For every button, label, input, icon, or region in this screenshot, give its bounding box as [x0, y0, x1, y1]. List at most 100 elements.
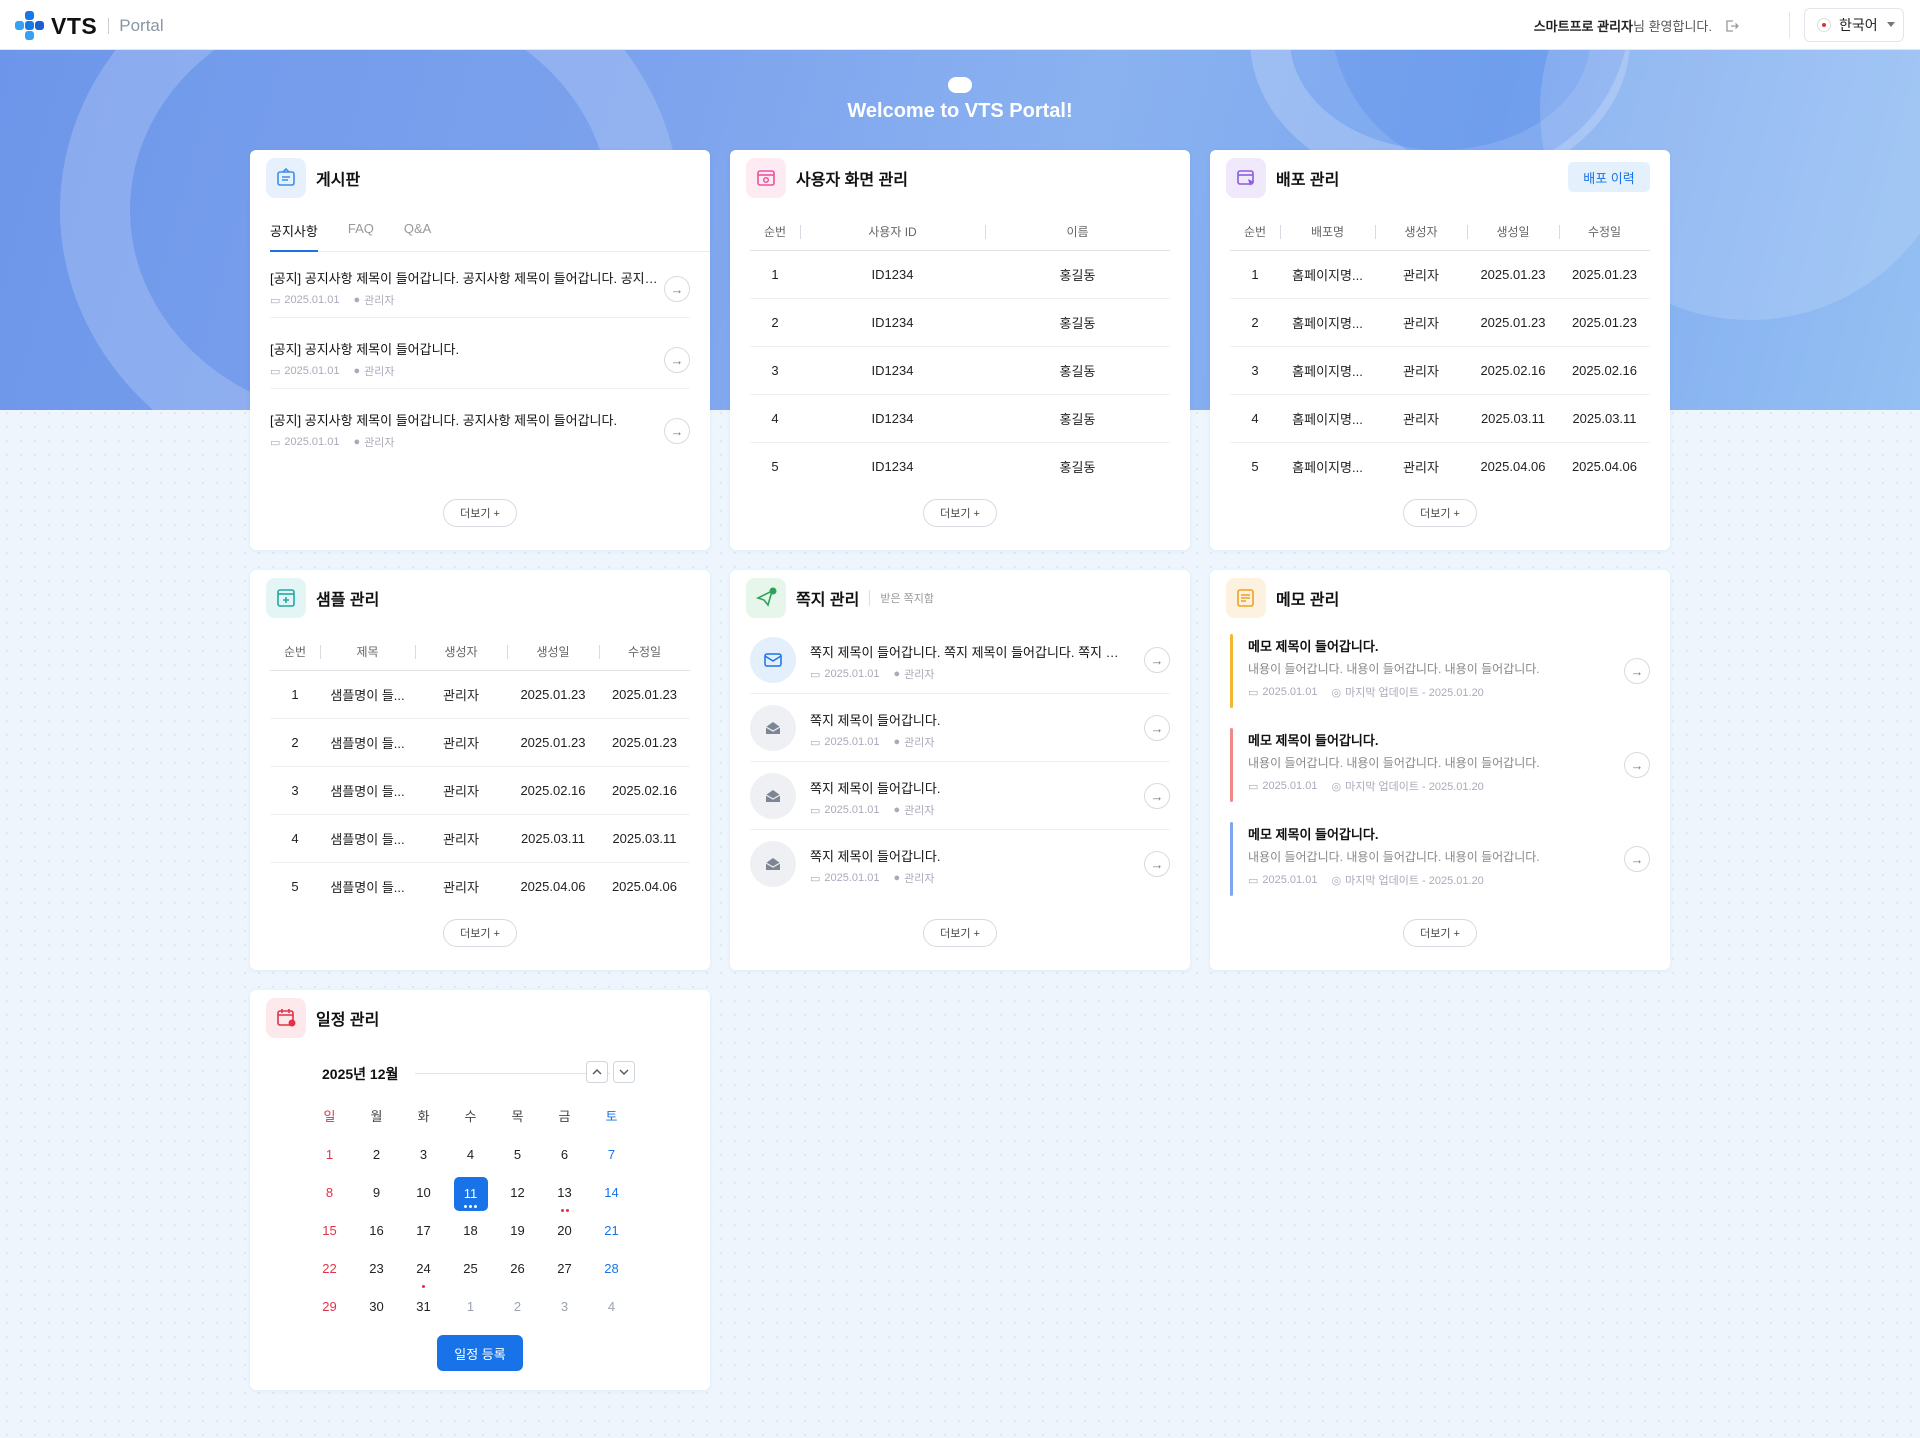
more-button[interactable]: 더보기 + — [923, 499, 997, 527]
calendar-day[interactable]: 29 — [306, 1291, 353, 1323]
table-row[interactable]: 5 ID1234 홍길동 — [750, 442, 1170, 490]
table-row[interactable]: 4 홈페이지명... 관리자 2025.03.11 2025.03.11 — [1230, 394, 1650, 443]
table-row[interactable]: 5 샘플명이 들... 관리자 2025.04.06 2025.04.06 — [270, 862, 690, 910]
message-item[interactable]: 쪽지 제목이 들어갑니다. ▭ 2025.01.01 ● 관리자 → — [750, 694, 1170, 762]
calendar-day[interactable]: 8 — [306, 1177, 353, 1209]
table-row[interactable]: 2 홈페이지명... 관리자 2025.01.23 2025.01.23 — [1230, 298, 1650, 347]
table-row[interactable]: 5 홈페이지명... 관리자 2025.04.06 2025.04.06 — [1230, 442, 1650, 490]
table-row[interactable]: 3 홈페이지명... 관리자 2025.02.16 2025.02.16 — [1230, 346, 1650, 395]
welcome-message: 스마트프로 관리자 님 환영합니다. — [1534, 16, 1740, 35]
calendar-day[interactable]: 31 — [400, 1291, 447, 1323]
calendar-day[interactable]: 14 — [588, 1177, 635, 1209]
message-author: 관리자 — [904, 669, 935, 681]
memo-item[interactable]: 메모 제목이 들어갑니다. 내용이 들어갑니다. 내용이 들어갑니다. 내용이 … — [1230, 722, 1650, 808]
sample-icon — [266, 578, 306, 618]
arrow-right-icon[interactable]: → — [664, 276, 690, 302]
language-select[interactable]: 한국어 — [1804, 8, 1904, 42]
cell: 2025.01.23 — [599, 718, 690, 767]
tab-qna[interactable]: Q&A — [404, 218, 431, 251]
add-schedule-button[interactable]: 일정 등록 — [437, 1335, 523, 1371]
calendar-day[interactable]: 3 — [400, 1139, 447, 1171]
calendar-day[interactable]: 2 — [353, 1139, 400, 1171]
calendar-day[interactable]: 28 — [588, 1253, 635, 1285]
calendar-day[interactable]: 5 — [494, 1139, 541, 1171]
calendar-day[interactable]: 27 — [541, 1253, 588, 1285]
chevron-down-icon[interactable] — [613, 1061, 635, 1083]
calendar-day[interactable]: 16 — [353, 1215, 400, 1247]
calendar-day[interactable]: 6 — [541, 1139, 588, 1171]
calendar-day[interactable]: 10 — [400, 1177, 447, 1209]
calendar-day[interactable]: 21 — [588, 1215, 635, 1247]
tab-notice[interactable]: 공지사항 — [270, 218, 318, 252]
tab-faq[interactable]: FAQ — [348, 218, 374, 251]
calendar-day[interactable]: 22 — [306, 1253, 353, 1285]
calendar-day[interactable]: 2 — [494, 1291, 541, 1323]
calendar-day[interactable]: 1 — [306, 1139, 353, 1171]
calendar-day[interactable]: 4 — [588, 1291, 635, 1323]
more-button[interactable]: 더보기 + — [443, 499, 517, 527]
calendar-day[interactable]: 19 — [494, 1215, 541, 1247]
memo-item[interactable]: 메모 제목이 들어갑니다. 내용이 들어갑니다. 내용이 들어갑니다. 내용이 … — [1230, 816, 1650, 902]
memo-icon — [1226, 578, 1266, 618]
more-button[interactable]: 더보기 + — [1403, 499, 1477, 527]
user-icon: ● — [893, 668, 901, 680]
notice-item[interactable]: [공지] 공지사항 제목이 들어갑니다. ▭ 2025.01.01 ● 관리자 → — [270, 331, 690, 389]
table-row[interactable]: 4 샘플명이 들... 관리자 2025.03.11 2025.03.11 — [270, 814, 690, 863]
arrow-right-icon[interactable]: → — [664, 418, 690, 444]
calendar-day[interactable]: 7 — [588, 1139, 635, 1171]
arrow-right-icon[interactable]: → — [1624, 658, 1650, 684]
calendar-day[interactable]: 17 — [400, 1215, 447, 1247]
notice-meta: ▭ 2025.01.01 ● 관리자 — [270, 292, 395, 308]
table-row[interactable]: 1 샘플명이 들... 관리자 2025.01.23 2025.01.23 — [270, 670, 690, 719]
message-item[interactable]: 쪽지 제목이 들어갑니다. ▭ 2025.01.01 ● 관리자 → — [750, 830, 1170, 898]
more-button[interactable]: 더보기 + — [923, 919, 997, 947]
arrow-right-icon[interactable]: → — [1144, 783, 1170, 809]
message-item[interactable]: 쪽지 제목이 들어갑니다. 쪽지 제목이 들어갑니다. 쪽지 제목이 들어갑니다… — [750, 626, 1170, 694]
table-row[interactable]: 3 샘플명이 들... 관리자 2025.02.16 2025.02.16 — [270, 766, 690, 815]
message-card: 쪽지 관리 받은 쪽지함 쪽지 제목이 들어갑니다. 쪽지 제목이 들어갑니다.… — [730, 570, 1190, 970]
table-row[interactable]: 4 ID1234 홍길동 — [750, 394, 1170, 443]
calendar-day[interactable]: 20 — [541, 1215, 588, 1247]
calendar-day[interactable]: 18 — [447, 1215, 494, 1247]
calendar-day[interactable]: 23 — [353, 1253, 400, 1285]
calendar-day[interactable]: 4 — [447, 1139, 494, 1171]
calendar-day[interactable]: 25 — [447, 1253, 494, 1285]
calendar-day[interactable]: 13 — [541, 1177, 588, 1212]
table-row[interactable]: 1 ID1234 홍길동 — [750, 250, 1170, 299]
calendar-day[interactable]: 12 — [494, 1177, 541, 1209]
calendar-day[interactable]: 30 — [353, 1291, 400, 1323]
logo[interactable]: VTS Portal — [15, 11, 164, 41]
cell: 관리자 — [415, 766, 507, 815]
arrow-right-icon[interactable]: → — [1144, 715, 1170, 741]
calendar-day[interactable]: 3 — [541, 1291, 588, 1323]
more-button[interactable]: 더보기 + — [1403, 919, 1477, 947]
day-number: 4 — [466, 1147, 475, 1162]
table-row[interactable]: 3 ID1234 홍길동 — [750, 346, 1170, 395]
notice-item[interactable]: [공지] 공지사항 제목이 들어갑니다. 공지사항 제목이 들어갑니다. 공지사… — [270, 260, 690, 318]
table-row[interactable]: 1 홈페이지명... 관리자 2025.01.23 2025.01.23 — [1230, 250, 1650, 299]
arrow-right-icon[interactable]: → — [1624, 752, 1650, 778]
table-row[interactable]: 2 샘플명이 들... 관리자 2025.01.23 2025.01.23 — [270, 718, 690, 767]
deploy-history-button[interactable]: 배포 이력 — [1568, 162, 1650, 192]
cell: 2025.02.16 — [507, 766, 599, 815]
message-item[interactable]: 쪽지 제목이 들어갑니다. ▭ 2025.01.01 ● 관리자 → — [750, 762, 1170, 830]
memo-item[interactable]: 메모 제목이 들어갑니다. 내용이 들어갑니다. 내용이 들어갑니다. 내용이 … — [1230, 628, 1650, 714]
arrow-right-icon[interactable]: → — [1144, 851, 1170, 877]
calendar-day[interactable]: 9 — [353, 1177, 400, 1209]
calendar-day[interactable]: 11 — [447, 1177, 494, 1211]
arrow-right-icon[interactable]: → — [1624, 846, 1650, 872]
table-row[interactable]: 2 ID1234 홍길동 — [750, 298, 1170, 347]
arrow-right-icon[interactable]: → — [664, 347, 690, 373]
calendar-day[interactable]: 26 — [494, 1253, 541, 1285]
calendar-day[interactable]: 15 — [306, 1215, 353, 1247]
calendar-day[interactable]: 24 — [400, 1253, 447, 1288]
portal-label: Portal — [119, 16, 164, 35]
arrow-right-icon[interactable]: → — [1144, 647, 1170, 673]
notice-item[interactable]: [공지] 공지사항 제목이 들어갑니다. 공지사항 제목이 들어갑니다. ▭ 20… — [270, 402, 690, 460]
chevron-up-icon[interactable] — [586, 1061, 608, 1083]
message-subject: 쪽지 제목이 들어갑니다. 쪽지 제목이 들어갑니다. 쪽지 제목이 들어갑니다… — [810, 645, 1130, 660]
event-dots — [400, 1282, 447, 1288]
more-button[interactable]: 더보기 + — [443, 919, 517, 947]
logout-icon[interactable] — [1724, 18, 1740, 34]
calendar-day[interactable]: 1 — [447, 1291, 494, 1323]
